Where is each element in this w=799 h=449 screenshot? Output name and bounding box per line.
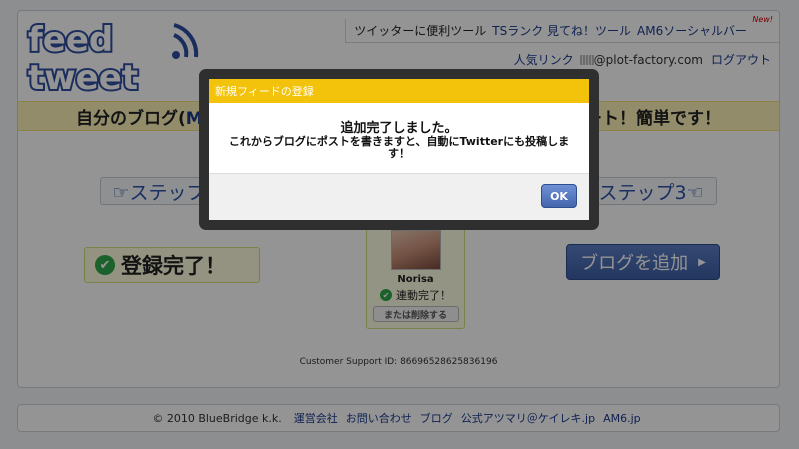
dialog-actions: OK: [209, 173, 589, 220]
dialog-title: 新規フィードの登録: [209, 79, 589, 103]
dialog-message: これからブログにポストを書きますと、自動にTwitterにも投稿します！: [228, 135, 570, 160]
ok-button[interactable]: OK: [541, 184, 577, 208]
dialog-frame: 新規フィードの登録 追加完了しました。 これからブログにポストを書きますと、自動…: [199, 69, 599, 230]
dialog-heading: 追加完了しました。: [340, 121, 458, 136]
feed-registered-dialog: 新規フィードの登録 追加完了しました。 これからブログにポストを書きますと、自動…: [209, 79, 589, 220]
dialog-body: 追加完了しました。 これからブログにポストを書きますと、自動にTwitterにも…: [209, 103, 589, 173]
